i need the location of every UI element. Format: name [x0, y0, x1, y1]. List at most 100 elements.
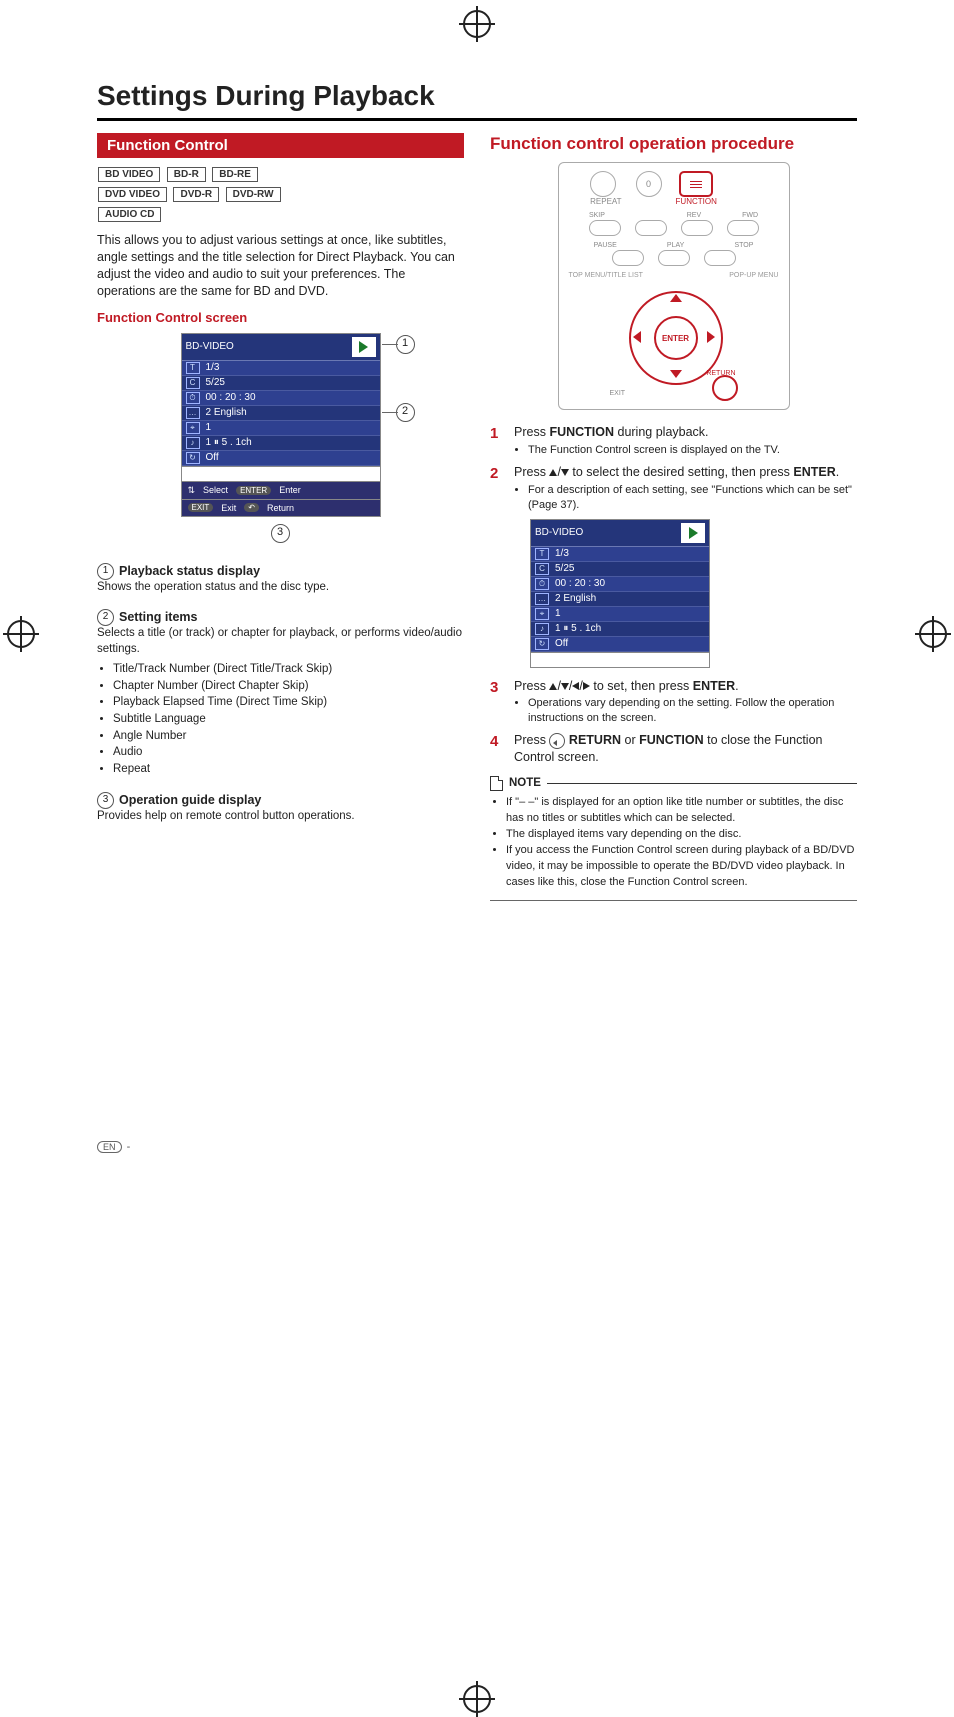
desc-1-text: Shows the operation status and the disc …	[97, 580, 464, 596]
print-crop-mark	[919, 620, 947, 648]
title-rule	[97, 118, 857, 121]
fc-screen-heading: Function Control screen	[97, 310, 464, 325]
remote-function-label: FUNCTION	[676, 197, 717, 206]
remote-repeat-button	[590, 171, 616, 197]
menu-lines-icon	[690, 179, 702, 190]
media-type-labels: BD VIDEO BD-R BD-RE DVD VIDEO DVD-R DVD-…	[97, 164, 464, 224]
angle-icon: ⌖	[186, 422, 200, 434]
dpad-up-icon	[670, 294, 682, 302]
list-item: Playback Elapsed Time (Direct Time Skip)	[113, 694, 464, 711]
remote-skip-label: SKIP	[589, 212, 605, 219]
guide-return-label: Return	[267, 503, 294, 513]
list-item: Repeat	[113, 761, 464, 778]
step-4: 4 Press RETURN or FUNCTION to close the …	[490, 732, 857, 766]
remote-skip-back-button	[589, 220, 621, 236]
desc-2-text: Selects a title (or track) or chapter fo…	[97, 626, 464, 657]
guide-enter-label: Enter	[279, 485, 301, 495]
remote-rev-label: REV	[687, 212, 701, 219]
return-badge-icon: ↶	[244, 503, 259, 512]
page-title: Settings During Playback	[97, 80, 857, 112]
fc-row-value: 2 English	[206, 407, 247, 418]
remote-enter-button: ENTER	[654, 316, 698, 360]
remote-pause-button	[612, 250, 644, 266]
callout-2: 2	[396, 403, 415, 422]
remote-function-button	[679, 171, 713, 197]
remote-exit-label: EXIT	[610, 390, 626, 397]
desc-3-heading: 3Operation guide display	[97, 792, 464, 809]
media-label: DVD-R	[173, 187, 219, 202]
remote-fwd-button	[727, 220, 759, 236]
dpad-down-icon	[670, 370, 682, 378]
page-footer: EN -	[97, 1141, 857, 1153]
desc-3-text: Provides help on remote control button o…	[97, 809, 464, 825]
audio-icon: ♪	[186, 437, 200, 449]
fc-row-value: 00 : 20 : 30	[206, 392, 256, 403]
list-item: Chapter Number (Direct Chapter Skip)	[113, 678, 464, 695]
note-heading: NOTE	[490, 776, 857, 791]
notes-end-rule	[490, 900, 857, 901]
step-1: 1 Press FUNCTION during playback. The Fu…	[490, 424, 857, 458]
fc-row-value: 1 ⏸ 5 . 1ch	[206, 437, 252, 448]
list-item: Audio	[113, 744, 464, 761]
down-arrow-icon	[561, 469, 569, 476]
intro-paragraph: This allows you to adjust various settin…	[97, 232, 464, 300]
dpad-left-icon	[633, 331, 641, 343]
fc-screen-illustration: BD-VIDEO T1/3 C5/25 ⏱00 : 20 : 30 …2 Eng…	[181, 333, 381, 517]
list-item: Subtitle Language	[113, 711, 464, 728]
print-crop-mark	[463, 10, 491, 38]
procedure-heading: Function control operation procedure	[490, 133, 857, 154]
list-item: Title/Track Number (Direct Title/Track S…	[113, 661, 464, 678]
setting-items-list: Title/Track Number (Direct Title/Track S…	[97, 661, 464, 778]
callout-3: 3	[271, 524, 290, 543]
note-page-icon	[490, 776, 503, 791]
step-note: For a description of each setting, see "…	[528, 483, 857, 513]
fc-disc-label: BD-VIDEO	[186, 341, 234, 352]
media-label: DVD VIDEO	[98, 187, 167, 202]
guide-select-label: Select	[203, 485, 228, 495]
remote-play-label: PLAY	[667, 242, 684, 249]
remote-rev-button	[681, 220, 713, 236]
down-arrow-icon	[561, 683, 569, 690]
step-note: The Function Control screen is displayed…	[528, 443, 857, 458]
up-arrow-icon	[549, 469, 557, 476]
play-icon	[352, 337, 376, 357]
fc-row-value: 5/25	[206, 377, 225, 388]
remote-popup-label: POP-UP MENU	[729, 272, 778, 279]
remote-pause-label: PAUSE	[594, 242, 617, 249]
repeat-icon: ↻	[186, 452, 200, 464]
notes-list: If "– –" is displayed for an option like…	[490, 795, 857, 891]
remote-fwd-label: FWD	[742, 212, 758, 219]
right-arrow-icon	[583, 682, 590, 690]
chapter-icon: C	[186, 377, 200, 389]
print-crop-mark	[463, 1685, 491, 1713]
media-label: BD-R	[167, 167, 206, 182]
remote-stop-button	[704, 250, 736, 266]
remote-stop-label: STOP	[734, 242, 753, 249]
fc-row-value: 1/3	[206, 362, 220, 373]
print-crop-mark	[7, 620, 35, 648]
exit-badge-icon: EXIT	[188, 503, 214, 512]
remote-play-button	[658, 250, 690, 266]
remote-top-menu-label: TOP MENU/TITLE LIST	[569, 272, 643, 279]
list-item: Angle Number	[113, 728, 464, 745]
fc-row-value: Off	[206, 452, 219, 463]
up-arrow-icon	[549, 683, 557, 690]
function-control-heading: Function Control	[97, 133, 464, 158]
list-item: If "– –" is displayed for an option like…	[506, 795, 857, 827]
step-2: 2 Press / to select the desired setting,…	[490, 464, 857, 513]
step-3: 3 Press /// to set, then press ENTER. Op…	[490, 678, 857, 727]
return-icon	[549, 733, 565, 749]
remote-illustration: REPEAT 0 FUNCTION	[558, 162, 790, 410]
fc-row-value: 1	[206, 422, 212, 433]
title-icon: T	[186, 362, 200, 374]
enter-badge-icon: ENTER	[236, 486, 271, 495]
remote-repeat-label: REPEAT	[590, 197, 621, 206]
list-item: If you access the Function Control scree…	[506, 843, 857, 891]
media-label: BD-RE	[212, 167, 258, 182]
fc-screen-illustration-small: BD-VIDEO T1/3 C5/25 ⏱00 : 20 : 30 …2 Eng…	[530, 519, 710, 668]
media-label: AUDIO CD	[98, 207, 161, 222]
play-icon	[681, 523, 705, 543]
subtitle-icon: …	[186, 407, 200, 419]
step-note: Operations vary depending on the setting…	[528, 696, 857, 726]
media-label: BD VIDEO	[98, 167, 160, 182]
